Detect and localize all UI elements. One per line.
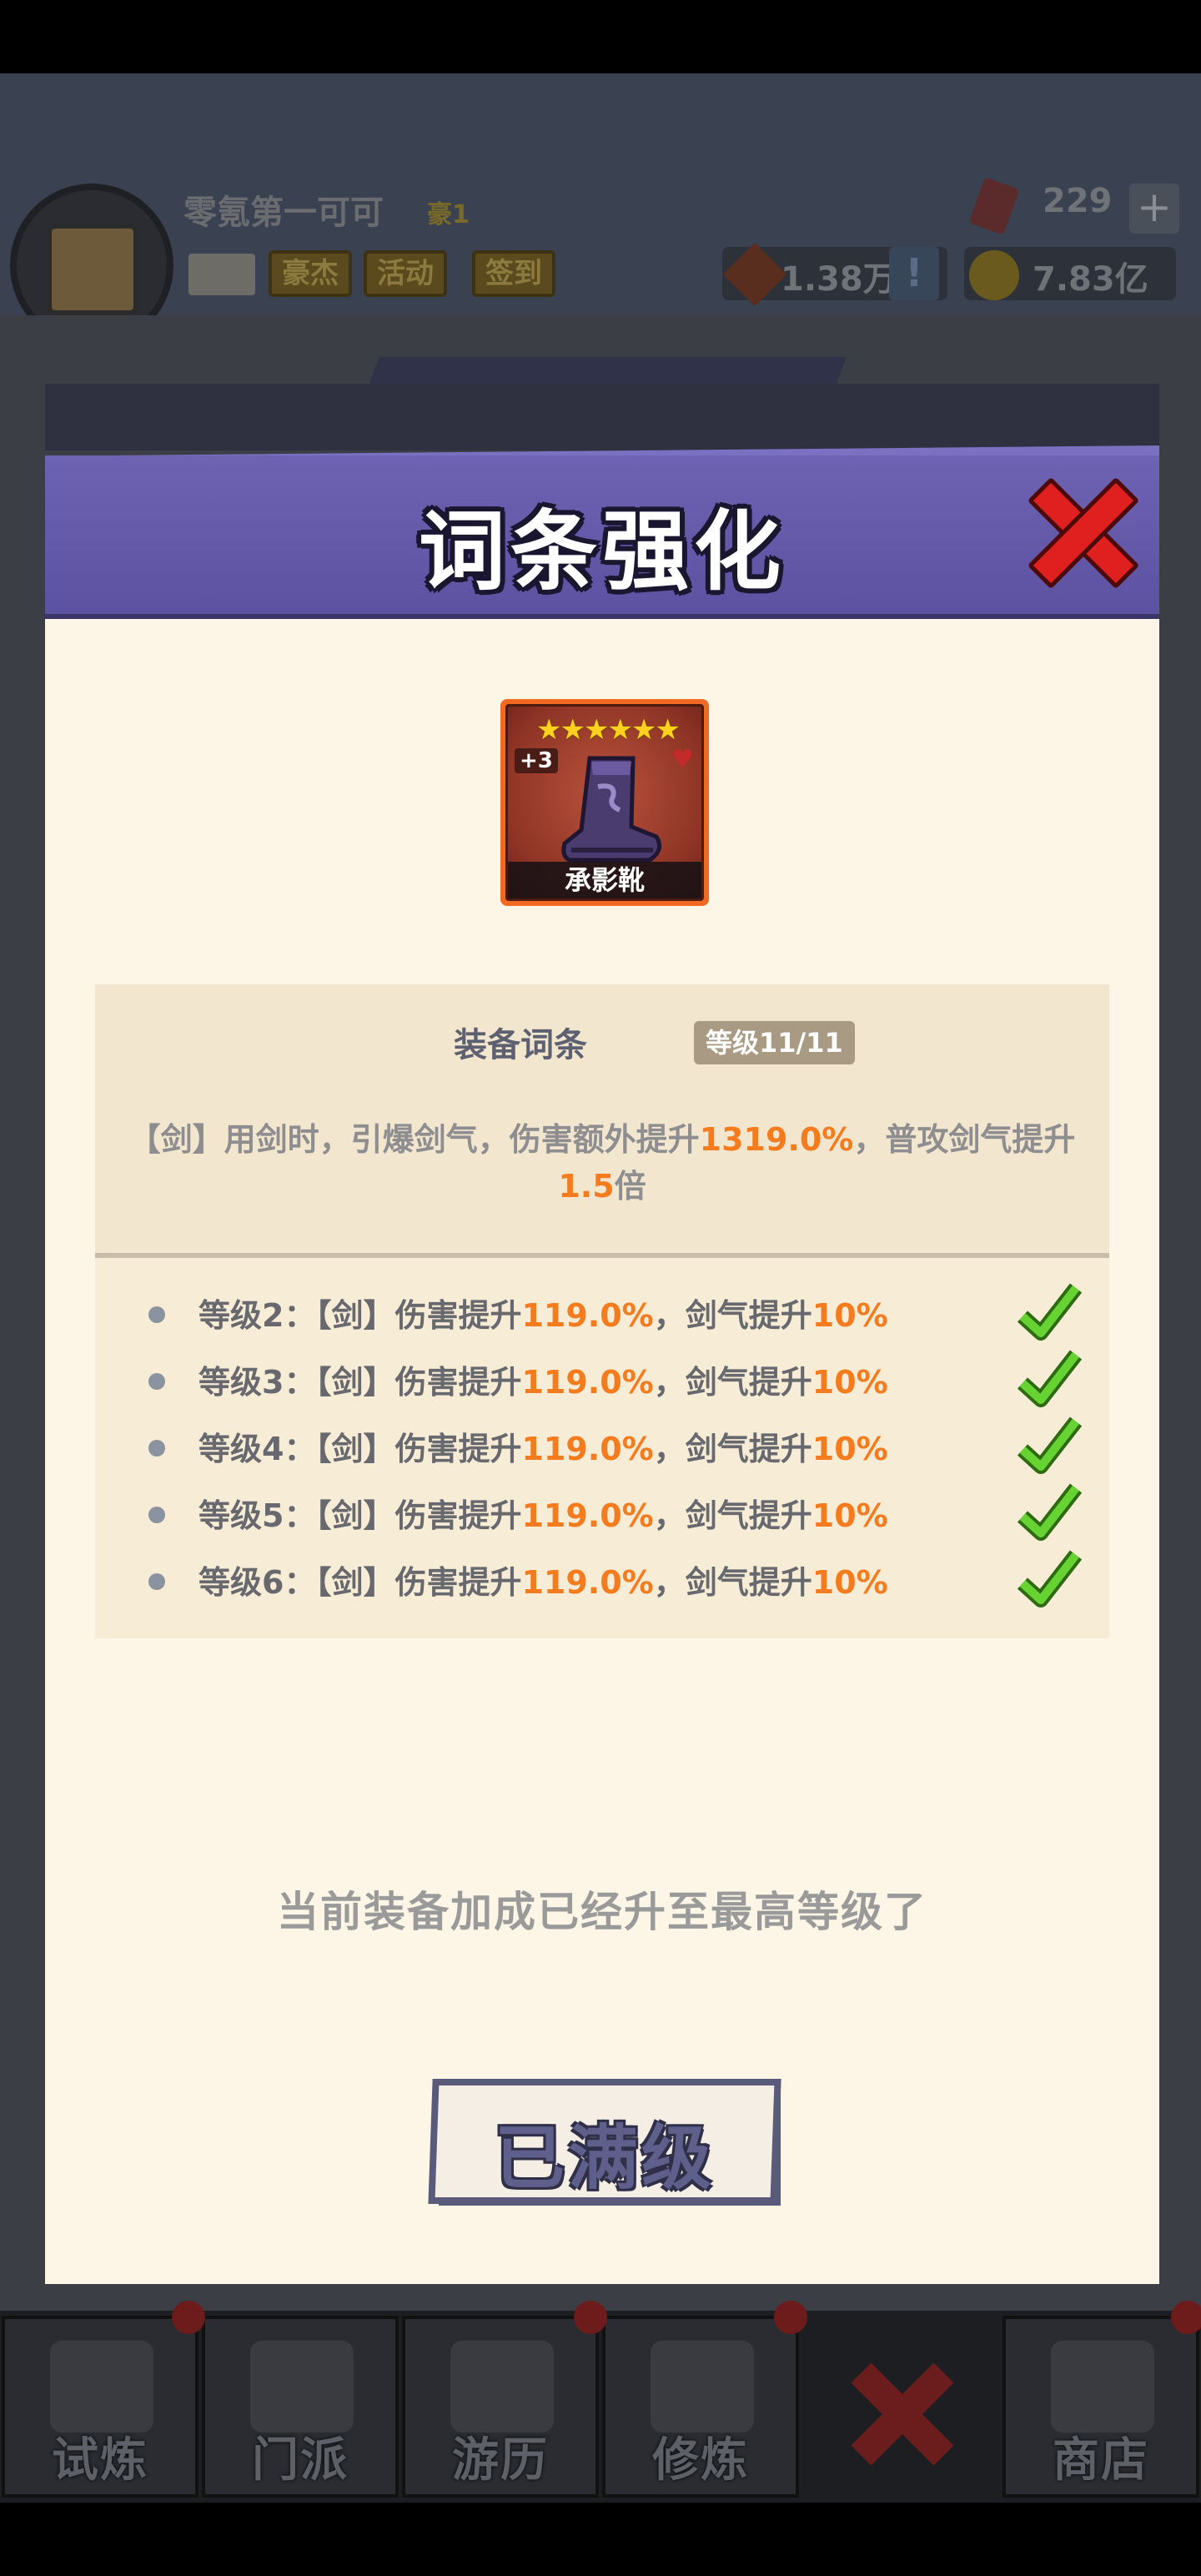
check-icon [1017, 1416, 1083, 1474]
max-level-hint: 当前装备加成已经升至最高等级了 [277, 1888, 927, 1936]
mail-icon[interactable] [188, 254, 255, 295]
level-row: 等级6：【剑】伤害提升119.0%，剑气提升10% [95, 1547, 1109, 1613]
ninja-icon [50, 2341, 153, 2433]
item-name: 承影靴 [508, 862, 701, 898]
temple-icon [250, 2341, 354, 2433]
bullet-icon [148, 1440, 165, 1457]
modal-body: ★★★★★★ +3 ♥ 承影靴 装备词条 等级11/11 【剑】用剑时，引爆剑气… [45, 619, 1159, 2284]
shop-icon [1051, 2341, 1154, 2433]
close-button[interactable] [1027, 476, 1140, 590]
book-icon [651, 2341, 754, 2433]
boot-icon [561, 756, 662, 863]
star-rating: ★★★★★★ [536, 713, 681, 747]
level-text: 等级2：【剑】伤害提升119.0%，剑气提升10% [198, 1297, 888, 1334]
bullet-icon [148, 1573, 165, 1590]
notification-dot [1171, 2301, 1201, 2334]
nav-label: 修炼 [652, 2433, 749, 2488]
check-icon [1017, 1350, 1083, 1407]
level-text: 等级3：【剑】伤害提升119.0%，剑气提升10% [198, 1364, 888, 1401]
check-icon [1017, 1283, 1083, 1341]
item-card[interactable]: ★★★★★★ +3 ♥ 承影靴 [500, 699, 709, 906]
nav-label: 门派 [252, 2433, 349, 2488]
level-row: 等级3：【剑】伤害提升119.0%，剑气提升10% [95, 1346, 1109, 1413]
chip-haojie[interactable]: 豪杰 [269, 250, 352, 297]
affix-description: 【剑】用剑时，引爆剑气，伤害额外提升1319.0%，普攻剑气提升 1.5倍 [128, 1121, 1076, 1205]
gold-value: 7.83亿 [1033, 260, 1148, 299]
level-row: 等级4：【剑】伤害提升119.0%，剑气提升10% [95, 1413, 1109, 1480]
nav-label: 试炼 [52, 2433, 148, 2488]
nav-sect[interactable]: 门派 [202, 2316, 399, 2498]
level-badge: 等级11/11 [694, 1021, 855, 1064]
check-icon [1017, 1550, 1083, 1607]
level-text: 等级5：【剑】伤害提升119.0%，剑气提升10% [198, 1497, 888, 1534]
affix-panel: 装备词条 等级11/11 【剑】用剑时，引爆剑气，伤害额外提升1319.0%，普… [95, 984, 1109, 1253]
check-icon [1017, 1483, 1083, 1541]
level-text: 等级4：【剑】伤害提升119.0%，剑气提升10% [198, 1431, 888, 1467]
coin-icon [969, 250, 1019, 300]
nav-shop[interactable]: 商店 [1003, 2316, 1199, 2498]
level-row: 等级2：【剑】伤害提升119.0%，剑气提升10% [95, 1280, 1109, 1346]
add-gems-button[interactable]: + [1129, 184, 1179, 234]
levels-list: 等级2：【剑】伤害提升119.0%，剑气提升10% 等级3：【剑】伤害提升119… [95, 1258, 1109, 1638]
modal-title: 词条强化 [418, 501, 786, 602]
nav-cultivate[interactable]: 修炼 [602, 2316, 799, 2498]
player-rank: 豪1 [427, 200, 470, 229]
chip-checkin[interactable]: 签到 [472, 250, 555, 297]
nav-label: 商店 [1053, 2433, 1149, 2488]
background-panel-edge [45, 384, 1159, 450]
chip-activity[interactable]: 活动 [364, 250, 447, 297]
nav-close-icon[interactable] [851, 2362, 954, 2466]
notification-dot [574, 2301, 607, 2334]
notification-dot [172, 2301, 205, 2334]
chest-icon [47, 224, 138, 315]
player-name: 零氪第一可可 [183, 194, 384, 232]
bullet-icon [148, 1373, 165, 1390]
affix-upgrade-modal: 词条强化 ★★★★★★ +3 ♥ 承影靴 装备词条 等级11/11 【剑】用剑时… [45, 445, 1159, 2284]
gem-count: 229 [1043, 182, 1113, 220]
power-value: 1.38万 [781, 260, 897, 299]
level-text: 等级6：【剑】伤害提升119.0%，剑气提升10% [198, 1564, 888, 1601]
bullet-icon [148, 1306, 165, 1323]
status-bar [0, 0, 1201, 73]
notification-dot [774, 2301, 807, 2334]
max-level-label: 已满级 [494, 2117, 715, 2199]
nav-trial[interactable]: 试炼 [2, 2316, 198, 2498]
level-row: 等级5：【剑】伤害提升119.0%，剑气提升10% [95, 1480, 1109, 1547]
max-level-button[interactable]: 已满级 [428, 2079, 781, 2206]
mountain-icon [450, 2341, 554, 2433]
modal-header: 词条强化 [45, 445, 1159, 621]
bottom-bar [0, 2503, 1201, 2576]
nav-travel[interactable]: 游历 [402, 2316, 599, 2498]
affix-title: 装备词条 [454, 1026, 587, 1064]
bullet-icon [148, 1507, 165, 1523]
power-info-button[interactable]: ! [889, 247, 939, 300]
heart-icon: ♥ [671, 745, 694, 774]
nav-label: 游历 [452, 2433, 549, 2488]
